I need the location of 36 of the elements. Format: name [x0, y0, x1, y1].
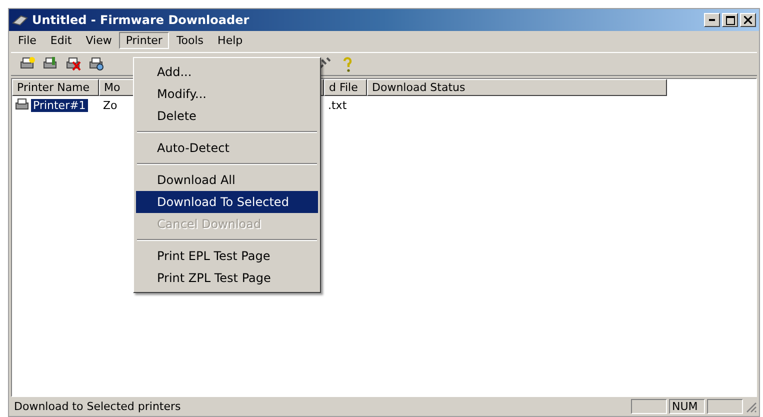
status-pane: NUM: [669, 399, 705, 414]
column-header[interactable]: Download Status: [367, 79, 667, 96]
status-pane: [631, 399, 667, 414]
menu-item[interactable]: Add...: [136, 61, 318, 83]
close-icon: [744, 16, 752, 24]
minimize-button[interactable]: [704, 13, 720, 27]
menu-item[interactable]: Download To Selected: [136, 191, 318, 213]
resize-grip-icon[interactable]: [745, 400, 757, 412]
column-header[interactable]: Printer Name: [12, 79, 99, 96]
help-icon[interactable]: [342, 56, 352, 72]
menu-item[interactable]: Edit: [43, 32, 79, 49]
menu-item[interactable]: Auto-Detect: [136, 137, 318, 159]
menu-item[interactable]: Tools: [169, 32, 211, 49]
table-cell-text: .txt: [327, 98, 348, 112]
menu-item[interactable]: Print ZPL Test Page: [136, 267, 318, 289]
app-icon: [12, 13, 28, 27]
printer-search-icon: [88, 56, 104, 72]
menu-item[interactable]: Modify...: [136, 83, 318, 105]
column-header[interactable]: d File: [324, 79, 367, 96]
table-cell-text: Zo: [102, 98, 118, 112]
menu-item[interactable]: Printer: [118, 32, 170, 49]
menu-item[interactable]: File: [11, 32, 44, 49]
menu-item[interactable]: Help: [210, 32, 250, 49]
window-title: Untitled - Firmware Downloader: [32, 13, 250, 27]
maximize-button[interactable]: [722, 13, 738, 27]
maximize-icon: [726, 16, 734, 24]
status-text: Download to Selected printers: [13, 400, 182, 413]
table-cell[interactable]: Printer#1: [31, 98, 88, 112]
status-pane: [707, 399, 743, 414]
close-button[interactable]: [740, 13, 756, 27]
menu-item[interactable]: Print EPL Test Page: [136, 245, 318, 267]
minimize-icon: [709, 19, 715, 21]
printer-delete-icon: [65, 56, 81, 72]
menu-item[interactable]: Download All: [136, 169, 318, 191]
menu-item[interactable]: View: [78, 32, 119, 49]
menu-item[interactable]: Delete: [136, 105, 318, 127]
